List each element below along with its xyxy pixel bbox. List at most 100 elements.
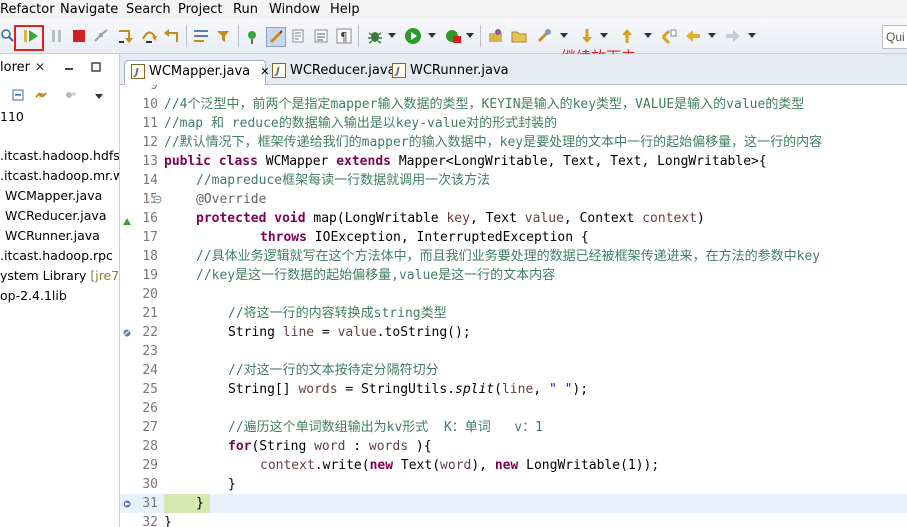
code-line: 16 protected void map(LongWritable key, T… (120, 209, 907, 228)
code-line: 13 public class WCMapper extends Mapper<L… (120, 152, 907, 171)
line-number: 14 (142, 173, 158, 188)
code-editor[interactable]: 9 10 //4个泛型中，前两个是指定mapper输入数据的类型，KEYIN是输入… (120, 85, 907, 527)
line-number: 27 (142, 420, 158, 435)
step-into-icon[interactable] (116, 27, 134, 45)
debug-icon[interactable] (366, 27, 384, 45)
previous-annotation-icon[interactable] (618, 27, 636, 45)
tab-label: WCReducer.java (290, 63, 396, 78)
line-number: 13 (142, 154, 158, 169)
previous-annotation-dropdown-icon[interactable] (644, 33, 652, 38)
code-text: String line = value.toString(); (228, 325, 471, 340)
tree-item-package-mr[interactable]: .itcast.hadoop.mr.w (0, 168, 119, 183)
external-tools-icon[interactable] (444, 27, 462, 45)
close-icon[interactable]: ✕ (260, 65, 269, 78)
step-return-icon[interactable] (163, 27, 181, 45)
code-comment: //将这一行的内容转换成string类型 (228, 306, 447, 321)
code-line: 12 //默认情况下，框架传递给我们的mapper的输入数据中，key是要处理的文… (120, 133, 907, 152)
tab-wcreducer[interactable]: WCReducer.java (272, 60, 396, 84)
tree-item-wcreducer[interactable]: WCReducer.java (5, 208, 106, 223)
line-number: 11 (142, 116, 158, 131)
suspend-icon[interactable] (48, 27, 66, 45)
java-file-icon (131, 62, 145, 84)
tree-item-system-library[interactable]: ystem Library [jre7] (0, 268, 119, 283)
open-type-dropdown-icon[interactable] (560, 33, 568, 38)
menu-window[interactable]: Window (269, 0, 320, 19)
maximize-icon[interactable] (91, 62, 101, 72)
tab-wcmapper[interactable]: WCMapper.java ✕ (124, 60, 270, 85)
code-comment: //对这一行的文本按待定分隔符切分 (228, 363, 439, 378)
menu-project[interactable]: Project (178, 0, 222, 19)
code-line: 22 String line = value.toString(); (120, 323, 907, 342)
show-whitespace-icon[interactable]: ¶ (335, 27, 353, 45)
code-text: } (164, 494, 210, 513)
menu-run[interactable]: Run (233, 0, 258, 19)
code-text: protected void map(LongWritable key, Tex… (196, 211, 705, 226)
tree-item-project[interactable]: 110 (0, 109, 24, 124)
code-line: 10 //4个泛型中，前两个是指定mapper输入数据的类型，KEYIN是输入的k… (120, 95, 907, 114)
menu-help[interactable]: Help (330, 0, 360, 19)
minimize-icon[interactable] (64, 62, 74, 72)
code-annotation: @Override (196, 192, 267, 207)
use-step-filters-icon[interactable] (215, 27, 233, 45)
run-dropdown-icon[interactable] (428, 33, 436, 38)
forward-icon[interactable] (724, 27, 742, 45)
toggle-mark-occurrences-icon[interactable] (266, 27, 286, 47)
code-line: 18 //具体业务逻辑就写在这个方法体中，而且我们业务要处理的数据已经被框架传递进… (120, 247, 907, 266)
last-edit-location-icon[interactable] (660, 27, 678, 45)
code-text: } (228, 477, 236, 492)
new-java-project-icon[interactable] (244, 27, 262, 45)
next-annotation-dropdown-icon[interactable] (600, 33, 608, 38)
tree-item-package-hdfs[interactable]: .itcast.hadoop.hdfs (0, 148, 119, 163)
code-line: 15 @Override (120, 190, 907, 209)
back-dropdown-icon[interactable] (708, 33, 716, 38)
tab-wcrunner[interactable]: WCRunner.java (392, 60, 509, 84)
line-number: 10 (142, 97, 158, 112)
back-icon[interactable] (684, 27, 702, 45)
terminate-icon[interactable] (70, 27, 88, 45)
step-over-icon[interactable] (140, 27, 158, 45)
line-number: 30 (142, 477, 158, 492)
line-number: 16 (142, 211, 158, 226)
debug-dropdown-icon[interactable] (388, 33, 396, 38)
package-explorer-tab[interactable]: lorer (0, 60, 30, 75)
tree-item-wcmapper[interactable]: WCMapper.java (5, 188, 102, 203)
view-menu-dropdown-icon[interactable] (95, 94, 103, 99)
open-type-icon[interactable] (535, 27, 553, 45)
word-wrap-icon[interactable] (312, 27, 330, 45)
open-folder-icon[interactable] (510, 27, 528, 45)
link-with-editor-icon[interactable] (34, 88, 48, 102)
tree-item-lib[interactable]: op-2.4.1lib (0, 288, 67, 303)
system-library-label: ystem Library (0, 268, 87, 283)
code-line: 21 //将这一行的内容转换成string类型 (120, 304, 907, 323)
block-selection-icon[interactable] (290, 27, 308, 45)
drop-to-frame-icon[interactable] (192, 27, 210, 45)
collapse-all-icon[interactable] (12, 88, 26, 102)
filter-icon[interactable] (64, 88, 78, 102)
fold-toggle-icon[interactable] (153, 195, 162, 204)
code-line: 28 for(String word : words ){ (120, 437, 907, 456)
next-annotation-icon[interactable] (578, 27, 596, 45)
forward-dropdown-icon[interactable] (748, 33, 756, 38)
quick-access-input[interactable]: Qui (882, 25, 907, 49)
line-number: 18 (142, 249, 158, 264)
menu-refactor[interactable]: Refactor (0, 0, 55, 19)
disconnect-icon[interactable] (92, 27, 110, 45)
line-number: 22 (142, 325, 158, 340)
line-number: 21 (142, 306, 158, 321)
code-line: 14 //mapreduce框架每读一行数据就调用一次该方法 (120, 171, 907, 190)
code-line: 32} (120, 513, 907, 527)
external-tools-dropdown-icon[interactable] (466, 33, 474, 38)
menu-navigate[interactable]: Navigate (60, 0, 118, 19)
close-icon[interactable]: ✕ (35, 60, 45, 74)
new-package-icon[interactable] (487, 27, 505, 45)
tree-item-package-rpc[interactable]: .itcast.hadoop.rpc (0, 248, 113, 263)
run-icon[interactable] (404, 27, 422, 45)
line-number: 23 (142, 344, 158, 359)
debug-pointer-icon (123, 500, 131, 508)
resume-highlight-box (14, 25, 44, 51)
menu-search[interactable]: Search (126, 0, 171, 19)
code-comment: //mapreduce框架每读一行数据就调用一次该方法 (196, 173, 491, 188)
line-number: 26 (142, 401, 158, 416)
tree-item-wcrunner[interactable]: WCRunner.java (5, 228, 100, 243)
java-file-icon (272, 61, 286, 83)
